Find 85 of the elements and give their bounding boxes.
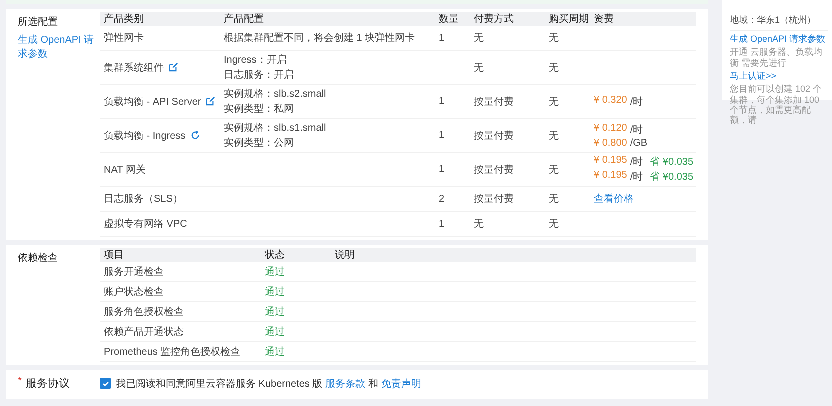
table-cell-text: Ingress：开启 xyxy=(224,54,288,67)
status-text: 通过 xyxy=(265,326,285,338)
section-title: 所选配置 xyxy=(18,16,59,29)
table-cell: 2 xyxy=(439,194,445,204)
column-header: 购买周期 xyxy=(548,12,590,26)
openapi-link[interactable]: 生成 OpenAPI 请求参数 xyxy=(730,34,828,44)
section-title: 依赖检查 xyxy=(18,252,59,265)
table-cell-text: 日志服务：开启 xyxy=(224,68,295,82)
table-cell-text: NAT 网关 xyxy=(104,164,146,176)
table-cell-text: 实例规格：slb.s1.small xyxy=(224,122,328,135)
status-text: 通过 xyxy=(265,266,285,278)
openapi-link[interactable]: 生成 OpenAPI 请求参数 xyxy=(18,33,100,61)
table-cell: 账户状态检查 xyxy=(104,286,164,298)
price-amount: ¥ 0.320 xyxy=(594,94,628,108)
region-label: 地域：华东1（杭州） xyxy=(730,14,828,31)
table-cell: 无 xyxy=(549,219,559,230)
table-cell: 依赖产品开通状态 xyxy=(104,326,184,338)
table-cell: 无 xyxy=(549,130,559,142)
table-cell: 1 xyxy=(439,130,445,141)
table-cell-text: 负载均衡 - API Server xyxy=(104,96,202,108)
status-text: 通过 xyxy=(265,346,285,358)
table-cell: 无 xyxy=(474,62,484,74)
edit-icon[interactable] xyxy=(169,63,178,72)
table-cell-text: 负载均衡 - Ingress xyxy=(104,130,186,142)
table-cell-text: 实例类型：私网 xyxy=(224,102,295,116)
table-cell: 无 xyxy=(549,164,559,176)
view-price-link[interactable]: 查看价格 xyxy=(594,192,696,206)
agreement-text: 我已阅读和同意阿里云容器服务 Kubernetes 版 xyxy=(116,378,323,390)
table-cell: 无 xyxy=(474,33,484,44)
table-cell-text: 实例类型：公网 xyxy=(224,136,295,150)
column-header: 说明 xyxy=(334,249,356,262)
column-header: 产品类别 xyxy=(103,12,145,26)
status-text: 通过 xyxy=(265,306,285,318)
column-header: 项目 xyxy=(103,249,125,262)
table-cell: 服务角色授权检查 xyxy=(104,306,184,318)
table-cell: Prometheus 监控角色授权检查 xyxy=(104,346,241,358)
agreement-text: 和 xyxy=(368,378,379,390)
table-cell: 按量付费 xyxy=(474,164,514,176)
terms-link[interactable]: 服务条款 xyxy=(326,376,366,390)
price-amount: ¥ 0.195 xyxy=(594,155,628,168)
table-cell-text: 实例规格：slb.s2.small xyxy=(224,88,328,101)
table-cell-text: 集群系统组件 xyxy=(104,62,164,74)
check-icon xyxy=(102,380,110,388)
table-cell: 无 xyxy=(549,62,559,74)
table-cell: 1 xyxy=(439,164,445,175)
column-header: 产品配置 xyxy=(223,12,265,26)
column-header: 资费 xyxy=(593,12,615,26)
section-title: 服务协议 xyxy=(26,377,70,391)
price-amount: ¥ 0.800 xyxy=(594,138,628,148)
table-cell: 无 xyxy=(549,33,559,44)
price-amount: ¥ 0.120 xyxy=(594,122,628,136)
edit-icon[interactable] xyxy=(206,97,216,106)
column-header: 数量 xyxy=(438,13,460,26)
verify-link[interactable]: 马上认证>> xyxy=(730,71,828,82)
column-header: 付费方式 xyxy=(473,12,515,26)
table-cell-text: 弹性网卡 xyxy=(104,32,144,45)
price-unit: /GB xyxy=(630,138,648,148)
saving-amount: 省 ¥0.035 xyxy=(650,156,694,169)
required-mark: * xyxy=(18,376,22,389)
table-cell: 按量付费 xyxy=(474,194,514,205)
table-cell: 无 xyxy=(474,219,484,230)
table-cell-text: 根据集群配置不同，将会创建 1 块弹性网卡 xyxy=(224,32,416,45)
price-amount: ¥ 0.195 xyxy=(594,170,628,183)
table-cell-text: 日志服务（SLS） xyxy=(104,192,183,206)
saving-amount: 省 ¥0.035 xyxy=(650,170,694,184)
refresh-icon[interactable] xyxy=(190,131,200,140)
column-header: 状态 xyxy=(264,248,286,262)
table-cell-text: 虚拟专有网络 VPC xyxy=(104,218,188,231)
table-cell: 按量付费 xyxy=(474,96,514,108)
table-cell: 按量付费 xyxy=(474,130,514,142)
table-cell: 1 xyxy=(439,218,445,230)
price-unit: /时 xyxy=(630,156,644,169)
price-unit: /时 xyxy=(630,124,644,136)
table-cell: 无 xyxy=(549,194,559,205)
disclaimer-link[interactable]: 免责声明 xyxy=(382,376,422,390)
table-cell: 无 xyxy=(549,96,559,108)
agreement-checkbox[interactable] xyxy=(100,378,111,389)
table-cell: 1 xyxy=(439,32,445,44)
price-unit: /时 xyxy=(630,96,644,108)
status-text: 通过 xyxy=(265,286,285,298)
table-cell: 1 xyxy=(439,96,445,107)
table-cell: 服务开通检查 xyxy=(104,266,164,278)
notice-text: 开通 云服务器、负载均衡 需要先进行 xyxy=(730,47,824,68)
price-unit: /时 xyxy=(630,170,644,184)
quota-text: 您目前可以创建 102 个集群，每个集添加 100 个节点，如需更高配额，请 xyxy=(730,84,824,126)
